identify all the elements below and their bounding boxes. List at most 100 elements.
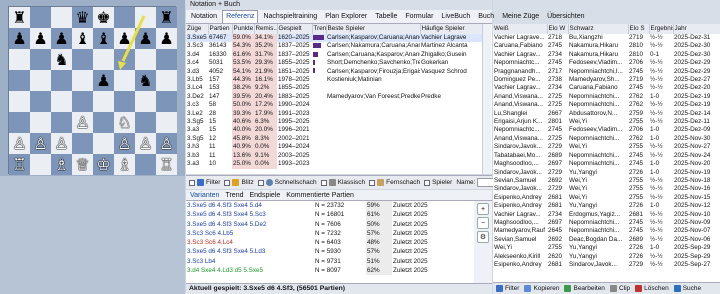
black-knight-icon[interactable]: ♞ (138, 72, 152, 89)
board-square[interactable]: ♚ (93, 7, 114, 28)
board-square[interactable]: ♟ (9, 28, 30, 49)
board-square[interactable]: ♟ (114, 28, 135, 49)
chess-board[interactable]: ♜ ♛ ♚ ♜ ♟ ♟ ♟ ♝ ♝ ♟ ♟ ♟ ♞ ♟ ♞ ♙ ♘ ♙ ♙ ♙ ♙ ♙ ♙ ♖ ♗ ♕ ♔ ♗ ♖ (8, 6, 177, 175)
board-square[interactable] (114, 91, 135, 112)
tab-6[interactable]: LiveBuch (438, 11, 473, 23)
board-square[interactable] (51, 7, 72, 28)
board-square[interactable] (156, 112, 177, 133)
board-square[interactable]: ♟ (30, 28, 51, 49)
white-bishop-icon[interactable]: ♗ (117, 156, 131, 173)
black-pawn-icon[interactable]: ♟ (159, 30, 173, 47)
board-square[interactable] (9, 91, 30, 112)
table-row[interactable]: 3.Sc3 36143 54.3% 35.2% 1837–2025 Carlsen;Nak… (186, 42, 482, 51)
lower-tab-3[interactable]: Kommentierte Partien (286, 192, 354, 199)
column-header[interactable]: Ergebnis (649, 24, 674, 34)
board-square[interactable] (30, 112, 51, 133)
board-square[interactable] (135, 91, 156, 112)
board-square[interactable] (51, 70, 72, 91)
column-header[interactable]: Jahr (673, 24, 720, 34)
settings-icon[interactable]: ⚙ (477, 231, 489, 243)
column-header[interactable]: Trend (312, 24, 327, 34)
board-square[interactable]: ♟ (51, 28, 72, 49)
table-row[interactable]: Vachier Lagrav... 2734 Nakamura,Hikaru 2810… (493, 51, 720, 59)
board-square[interactable] (114, 7, 135, 28)
board-square[interactable]: ♗ (114, 154, 135, 175)
board-square[interactable]: ♜ (9, 7, 30, 28)
board-square[interactable]: ♙ (30, 133, 51, 154)
board-square[interactable]: ♙ (9, 133, 30, 154)
column-header[interactable]: Elo W (547, 24, 569, 34)
board-square[interactable]: ♟ (135, 28, 156, 49)
column-header[interactable]: Partien (208, 24, 233, 34)
board-square[interactable]: ♝ (72, 28, 93, 49)
black-pawn-icon[interactable]: ♟ (96, 72, 110, 89)
table-row[interactable]: 3.d4 16330 61.6% 31.7% 1837–2025 Carlsen;Caru… (186, 50, 482, 60)
white-queen-icon[interactable]: ♕ (75, 156, 89, 173)
games-toolbar-button[interactable]: Bearbeiten (564, 285, 605, 292)
table-row[interactable]: Alekseenko,Kirill 2620 Yu,Yangyi 2726 ½-½ 202… (493, 253, 720, 261)
board-square[interactable] (30, 7, 51, 28)
column-header[interactable]: Punkte (232, 24, 255, 34)
board-square[interactable] (51, 91, 72, 112)
board-square[interactable] (51, 112, 72, 133)
board-square[interactable]: ♜ (156, 7, 177, 28)
white-pawn-icon[interactable]: ♙ (33, 135, 47, 152)
games-toolbar-button[interactable]: Löschen (635, 285, 669, 292)
board-square[interactable]: ♗ (51, 154, 72, 175)
games-toolbar-button[interactable]: Suche (673, 285, 701, 292)
black-pawn-icon[interactable]: ♟ (54, 30, 68, 47)
table-row[interactable]: Esipenko,Andrey 2681 Yu,Yangyi 2726 1-0 2025-… (493, 202, 720, 210)
board-square[interactable] (156, 49, 177, 70)
board-square[interactable] (9, 70, 30, 91)
table-row[interactable]: 3.Lb5 157 44.3% 16.1% 1978–2025 Kostieniuk;Ma… (186, 76, 482, 85)
table-row[interactable]: Nepomniachtc... 2745 Fedoseev,Vladim... 270… (493, 126, 720, 134)
variations-list[interactable]: 3.Sxe5 d6 4.Sf3 Sxe4 5.d4 N = 23732 59% Zul… (186, 201, 474, 283)
board-square[interactable] (93, 133, 114, 154)
white-pawn-icon[interactable]: ♙ (138, 135, 152, 152)
black-king-icon[interactable]: ♚ (96, 9, 110, 26)
column-header[interactable]: Gespielt (277, 24, 313, 34)
list-item[interactable]: 3.Sxe5 d6 4.Sf3 Sxe4 5.Ld3 N = 5930 57% Zul… (186, 247, 474, 257)
games-list[interactable]: Weiß Elo W Schwarz Elo S Ergebnis Jahr Vachie… (493, 24, 720, 282)
list-item[interactable]: 3.Sxe5 d6 4.Sf3 Sxe4 5.De2 N = 7606 50% Zul… (186, 219, 474, 229)
table-row[interactable]: 3.h3 11 40.9% 0.0% 1994–2024 (186, 143, 482, 152)
vertical-scrollbar[interactable] (482, 24, 491, 174)
white-rook-icon[interactable]: ♖ (159, 156, 173, 173)
column-header[interactable]: Remis... (254, 24, 278, 34)
board-square[interactable] (156, 70, 177, 91)
correspondence-checkbox[interactable]: Fernschach (369, 179, 420, 186)
table-row[interactable]: 3.a3 10 25.0% 0.0% 1993–2023 (186, 160, 482, 169)
table-row[interactable]: Erigaisi,Arjun K... 2801 Wei,Yi 2755 ½-½ 2025… (493, 118, 720, 126)
tab-5[interactable]: Formular (402, 11, 436, 23)
table-row[interactable]: 3.Lc4 153 38.2% 9.2% 1855–2025 (186, 84, 482, 93)
board-square[interactable] (93, 49, 114, 70)
board-square[interactable]: ♞ (51, 49, 72, 70)
table-row[interactable]: Lu,Shanglei 2667 Abdusattorov,N... 2759 ½-½ 2… (493, 110, 720, 118)
board-square[interactable]: ♕ (72, 154, 93, 175)
table-row[interactable]: Anand,Viswana... 2725 Nepomniachtchi... 276… (493, 93, 720, 101)
list-item[interactable]: 3.Sxe5 d6 4.Sf3 Sxe4 5.d4 N = 23732 59% Zul… (186, 201, 474, 211)
classical-checkbox[interactable]: Klassisch (320, 179, 365, 186)
board-square[interactable] (30, 154, 51, 175)
table-row[interactable]: 3.Sg5 12 45.8% 8.3% 2002–2021 (186, 134, 482, 144)
board-square[interactable] (135, 49, 156, 70)
board-square[interactable] (114, 49, 135, 70)
board-square[interactable]: ♖ (156, 154, 177, 175)
table-row[interactable]: Nepomniachtc... 2745 Fedoseev,Vladim... 270… (493, 59, 720, 67)
board-square[interactable]: ♟ (156, 28, 177, 49)
tab-7[interactable]: Buch (475, 11, 497, 23)
tab-2[interactable]: Nachspieltraining (260, 11, 320, 23)
list-item[interactable]: 3.Sc3 Sc6 4.Lb5 N = 7232 57% Zuletzt 2025 (186, 228, 474, 239)
table-row[interactable]: Sevian,Samuel 2692 Wei,Yi 2755 ½-½ 2025-Nov-1… (493, 177, 720, 185)
table-row[interactable]: Maghsoodloo,... 2697 Nepomniachtchi... 2745… (493, 219, 720, 227)
board-square[interactable]: ♞ (135, 70, 156, 91)
board-square[interactable] (9, 112, 30, 133)
list-item[interactable]: 3.Sxe5 d6 4.Sf3 Sxe4 5.Sc3 N = 16801 61% Zu… (186, 210, 474, 220)
table-row[interactable]: Sindarov,Javok... 2729 Wei,Yi 2755 ½-½ 2025-N… (493, 143, 720, 151)
white-bishop-icon[interactable]: ♗ (54, 156, 68, 173)
black-bishop-icon[interactable]: ♝ (96, 30, 110, 47)
list-item[interactable]: 3.Sc3 Lb4 N = 9731 51% Zuletzt 2025 (186, 256, 474, 267)
white-knight-icon[interactable]: ♘ (117, 114, 131, 131)
tab-1[interactable]: Referenz (222, 10, 259, 23)
board-square[interactable] (156, 91, 177, 112)
